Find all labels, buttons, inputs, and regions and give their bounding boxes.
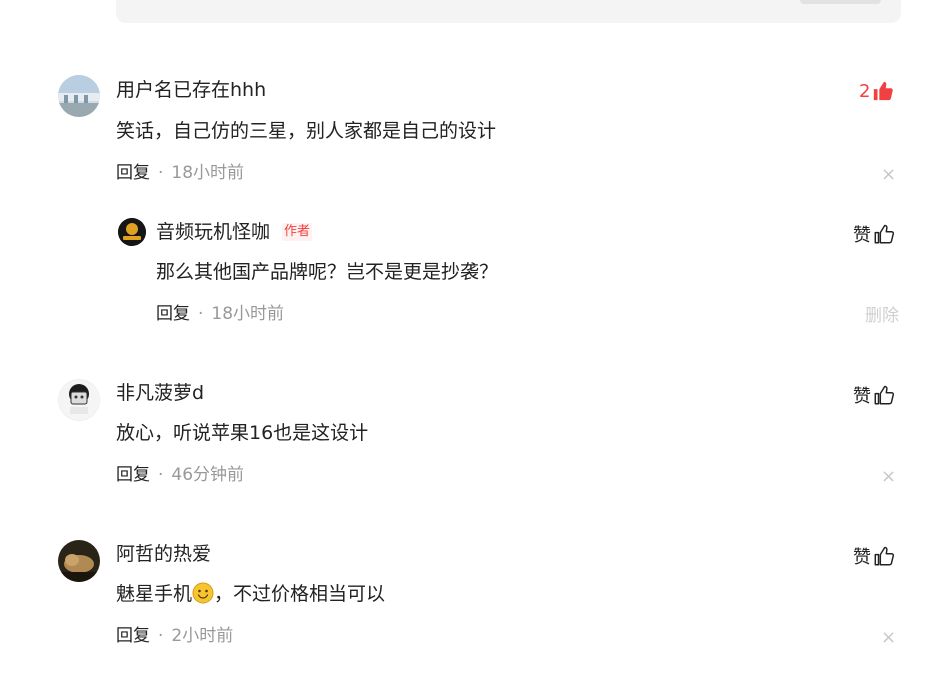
comment-text-part: 魅星手机 [116, 583, 193, 605]
like-label: 赞 [853, 225, 871, 246]
like-label: 赞 [853, 386, 871, 407]
thumbs-up-filled-icon [874, 81, 894, 101]
like-count: 2 [859, 80, 871, 102]
avatar[interactable] [58, 540, 100, 582]
comment-input-box[interactable] [116, 0, 901, 23]
smile-emoji-icon [192, 582, 214, 604]
close-icon[interactable]: × [881, 166, 896, 184]
reply-button[interactable]: 回复 [116, 163, 150, 183]
close-icon[interactable]: × [881, 629, 896, 647]
reply-button[interactable]: 回复 [116, 465, 150, 485]
comment-text: 笑话，自己仿的三星，别人家都是自己的设计 [116, 120, 497, 142]
comment-time: 18小时前 [171, 163, 245, 183]
reply-meta: 回复 · 18小时前 [156, 303, 284, 325]
meta-separator: · [158, 626, 164, 646]
comment-meta: 回复 · 18小时前 [116, 162, 244, 184]
thumbs-up-icon [874, 385, 895, 405]
like-button[interactable]: 赞 [853, 543, 895, 569]
like-button[interactable]: 2 [859, 80, 894, 102]
avatar[interactable] [58, 379, 100, 421]
reply-button[interactable]: 回复 [116, 626, 150, 646]
comment-meta: 回复 · 2小时前 [116, 625, 233, 647]
reply-text: 那么其他国产品牌呢？岂不是更是抄袭？ [156, 261, 499, 283]
comment-text: 放心，听说苹果16也是这设计 [116, 422, 369, 444]
like-button[interactable]: 赞 [853, 221, 895, 247]
meta-separator: · [198, 304, 204, 324]
avatar[interactable] [118, 218, 146, 246]
meta-separator: · [158, 163, 164, 183]
meta-separator: · [158, 465, 164, 485]
comment-time: 2小时前 [171, 626, 234, 646]
author-badge: 作者 [282, 223, 313, 241]
submit-button[interactable] [800, 0, 881, 4]
thumbs-up-icon [874, 546, 895, 566]
reply-username[interactable]: 音频玩机怪咖 [156, 220, 270, 244]
comment-username[interactable]: 用户名已存在hhh [116, 78, 266, 102]
delete-button[interactable]: 删除 [865, 305, 899, 327]
close-icon[interactable]: × [881, 468, 896, 486]
comment-text: 魅星手机 ，不过价格相当可以 [116, 581, 385, 607]
comment-meta: 回复 · 46分钟前 [116, 464, 244, 486]
reply-time: 18小时前 [211, 304, 285, 324]
comment-text-part: ，不过价格相当可以 [214, 583, 386, 605]
reply-button[interactable]: 回复 [156, 304, 190, 324]
like-button[interactable]: 赞 [853, 382, 895, 408]
avatar[interactable] [58, 75, 100, 117]
like-label: 赞 [853, 547, 871, 568]
comment-username[interactable]: 阿哲的热爱 [116, 542, 211, 566]
thumbs-up-icon [874, 224, 895, 244]
comment-username[interactable]: 非凡菠萝d [116, 381, 204, 405]
comment-time: 46分钟前 [171, 465, 245, 485]
